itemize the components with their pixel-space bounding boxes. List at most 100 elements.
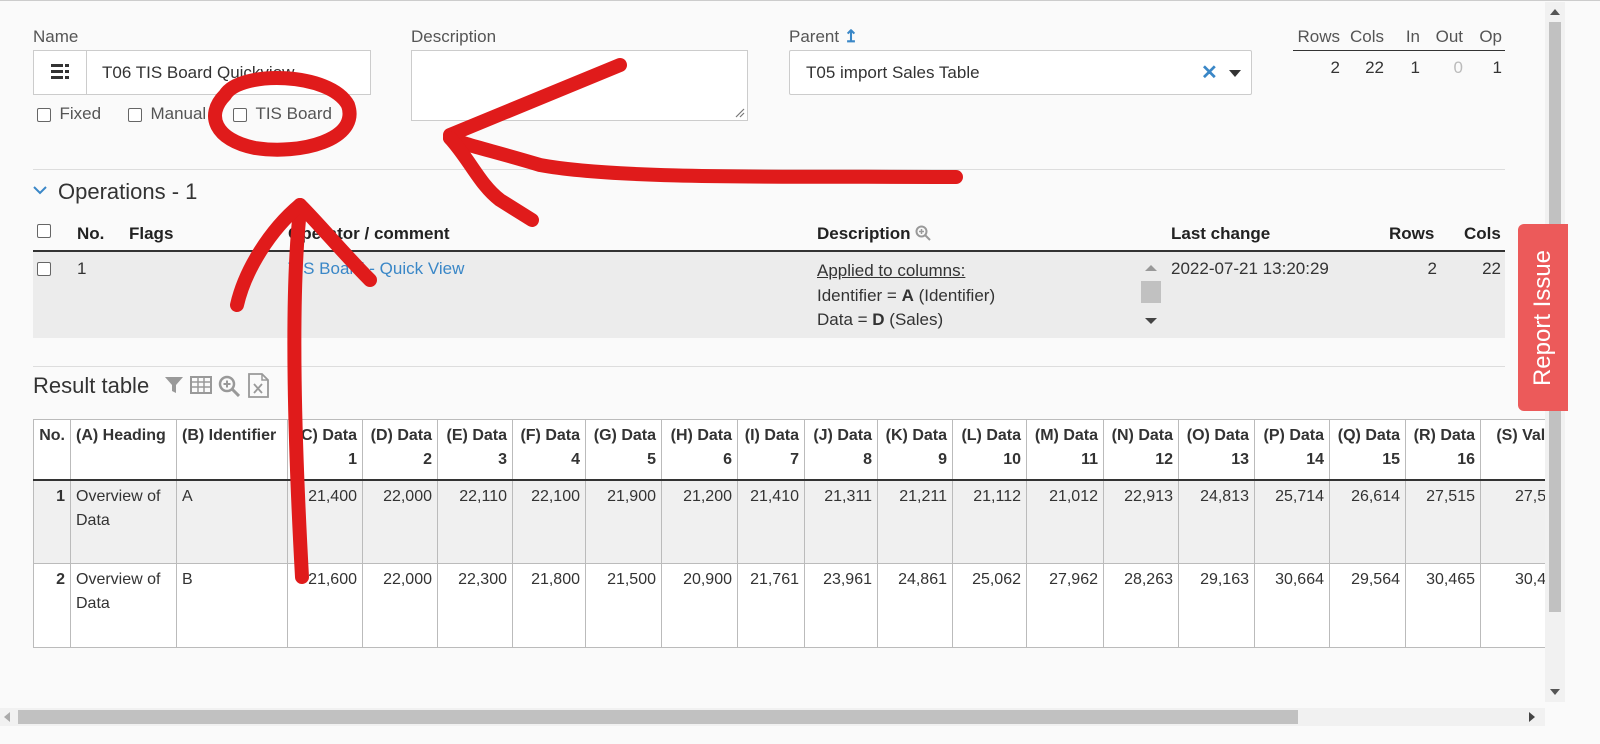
result-cell: 22,913 bbox=[1103, 479, 1179, 564]
result-col-header[interactable]: (C) Data 1 bbox=[287, 419, 363, 480]
parent-value: T05 import Sales Table bbox=[806, 63, 980, 82]
fixed-checkbox[interactable] bbox=[37, 107, 51, 122]
up-arrow-icon[interactable]: ↥ bbox=[844, 27, 858, 46]
result-col-header[interactable]: (P) Data 14 bbox=[1254, 419, 1330, 480]
result-col-header[interactable]: (F) Data 4 bbox=[512, 419, 586, 480]
horizontal-scroll-thumb[interactable] bbox=[18, 710, 1298, 724]
result-col-header[interactable]: (M) Data 11 bbox=[1026, 419, 1104, 480]
tisboard-label: TIS Board bbox=[255, 104, 332, 123]
result-cell: 23,961 bbox=[804, 563, 878, 648]
result-cell: 22,000 bbox=[362, 563, 438, 648]
manual-checkbox[interactable] bbox=[128, 107, 142, 122]
ops-description-header: Description bbox=[817, 224, 931, 244]
result-cell: 21,500 bbox=[585, 563, 662, 648]
filter-icon[interactable] bbox=[164, 376, 184, 395]
result-cell: 22,110 bbox=[437, 479, 513, 564]
result-cell: Overview of Data bbox=[70, 563, 177, 648]
result-cell: 21,410 bbox=[737, 479, 805, 564]
result-col-header[interactable]: (I) Data 7 bbox=[737, 419, 805, 480]
ops-cols-header: Cols bbox=[1464, 224, 1501, 243]
horizontal-scrollbar[interactable] bbox=[0, 708, 1545, 726]
result-cell: 30,664 bbox=[1254, 563, 1330, 648]
result-col-header[interactable]: (A) Heading bbox=[70, 419, 177, 480]
manual-checkbox-row[interactable]: Manual bbox=[128, 104, 206, 124]
stat-in-header: In bbox=[1405, 27, 1420, 46]
result-title: Result table bbox=[33, 373, 150, 398]
result-cell: 21,761 bbox=[737, 563, 805, 648]
stat-out-header: Out bbox=[1435, 27, 1463, 46]
parent-select[interactable]: T05 import Sales Table ✕ bbox=[789, 50, 1252, 95]
excel-export-icon[interactable] bbox=[247, 373, 269, 398]
ops-row-rows: 2 bbox=[1427, 259, 1437, 278]
result-cell: 29,163 bbox=[1178, 563, 1255, 648]
result-col-header[interactable]: (N) Data 12 bbox=[1103, 419, 1179, 480]
result-cell: 21,800 bbox=[512, 563, 586, 648]
table-icon[interactable] bbox=[190, 376, 212, 394]
fixed-checkbox-row[interactable]: Fixed bbox=[37, 104, 101, 124]
description-label: Description bbox=[411, 27, 497, 46]
result-col-header[interactable]: (E) Data 3 bbox=[437, 419, 513, 480]
result-cell: 21,211 bbox=[877, 479, 953, 564]
result-cell: 21,200 bbox=[661, 479, 738, 564]
result-header-row: No. (A) Heading (B) Identifier (C) Data 1 (D… bbox=[33, 419, 1561, 480]
ops-row[interactable]: 1 TIS Board - Quick View Applied to colu… bbox=[33, 252, 1505, 338]
ops-row-description: Applied to columns: Identifier = A (Iden… bbox=[817, 259, 1137, 338]
ops-row-lastchange: 2022-07-21 13:20:29 bbox=[1171, 259, 1329, 278]
ops-desc-scrollbar[interactable] bbox=[1141, 262, 1161, 332]
tisboard-checkbox[interactable] bbox=[233, 107, 247, 122]
result-cell: 28,263 bbox=[1103, 563, 1179, 648]
ops-select-all-checkbox[interactable] bbox=[37, 224, 51, 238]
fixed-label: Fixed bbox=[59, 104, 102, 123]
ops-operator-header: Operator / comment bbox=[288, 224, 450, 243]
result-cell: 27,515 bbox=[1405, 479, 1481, 564]
tisboard-checkbox-row[interactable]: TIS Board bbox=[233, 104, 332, 124]
ops-row-operator-link[interactable]: TIS Board - Quick View bbox=[288, 259, 464, 279]
result-cell: 24,813 bbox=[1178, 479, 1255, 564]
report-issue-label: Report Issue bbox=[1529, 249, 1556, 387]
description-field[interactable] bbox=[411, 50, 748, 121]
annotation-arrow-left-head-bottom bbox=[443, 131, 539, 227]
result-row: 2 Overview of Data B 21,600 22,000 22,300 21,8… bbox=[33, 563, 1561, 648]
ops-desc-heading: Applied to columns: bbox=[817, 261, 966, 280]
result-col-header[interactable]: (D) Data 2 bbox=[362, 419, 438, 480]
result-col-header[interactable]: (G) Data 5 bbox=[585, 419, 662, 480]
scroll-left-icon bbox=[4, 712, 10, 722]
stat-rows-value: 2 bbox=[1330, 58, 1340, 77]
ops-no-header: No. bbox=[77, 224, 105, 243]
clear-icon[interactable]: ✕ bbox=[1201, 60, 1218, 85]
report-issue-button[interactable]: Report Issue bbox=[1518, 224, 1568, 411]
result-col-header[interactable]: (O) Data 13 bbox=[1178, 419, 1255, 480]
name-field[interactable]: T06 TIS Board Quickview bbox=[33, 50, 371, 95]
stat-cols-header: Cols bbox=[1349, 27, 1384, 46]
result-cell: 21,311 bbox=[804, 479, 878, 564]
stat-cols-value: 22 bbox=[1365, 58, 1384, 77]
result-cell: 25,062 bbox=[952, 563, 1027, 648]
result-col-header[interactable]: No. bbox=[33, 419, 71, 480]
ops-desc-scroll-thumb[interactable] bbox=[1141, 281, 1161, 303]
result-cell: 21,400 bbox=[287, 479, 363, 564]
top-border bbox=[0, 0, 1600, 1]
result-cell: 22,000 bbox=[362, 479, 438, 564]
scroll-up-icon bbox=[1145, 265, 1157, 271]
zoom-icon[interactable] bbox=[218, 375, 240, 397]
result-col-header[interactable]: (K) Data 9 bbox=[877, 419, 953, 480]
result-col-header[interactable]: (J) Data 8 bbox=[804, 419, 878, 480]
result-cell: B bbox=[176, 563, 288, 648]
result-cell: 21,112 bbox=[952, 479, 1027, 564]
result-cell: 27,962 bbox=[1026, 563, 1104, 648]
stat-out-value: 0 bbox=[1453, 58, 1463, 77]
ops-row-checkbox[interactable] bbox=[37, 262, 51, 276]
ops-desc-line2: Data = D (Sales) bbox=[817, 310, 944, 329]
annotation-arrow-left-shaft bbox=[443, 131, 963, 184]
result-col-header[interactable]: (L) Data 10 bbox=[952, 419, 1027, 480]
result-col-header[interactable]: (B) Identifier bbox=[176, 419, 288, 480]
manual-label: Manual bbox=[150, 104, 207, 123]
result-col-header[interactable]: (R) Data 16 bbox=[1405, 419, 1481, 480]
stat-op-value: 1 bbox=[1492, 58, 1502, 77]
result-col-header[interactable]: (Q) Data 15 bbox=[1329, 419, 1406, 480]
operations-title[interactable]: Operations - 1 bbox=[58, 179, 197, 205]
name-menu-button[interactable] bbox=[34, 51, 87, 94]
result-col-header[interactable]: (H) Data 6 bbox=[661, 419, 738, 480]
result-cell: 26,614 bbox=[1329, 479, 1406, 564]
stat-rows-header: Rows bbox=[1297, 27, 1340, 46]
